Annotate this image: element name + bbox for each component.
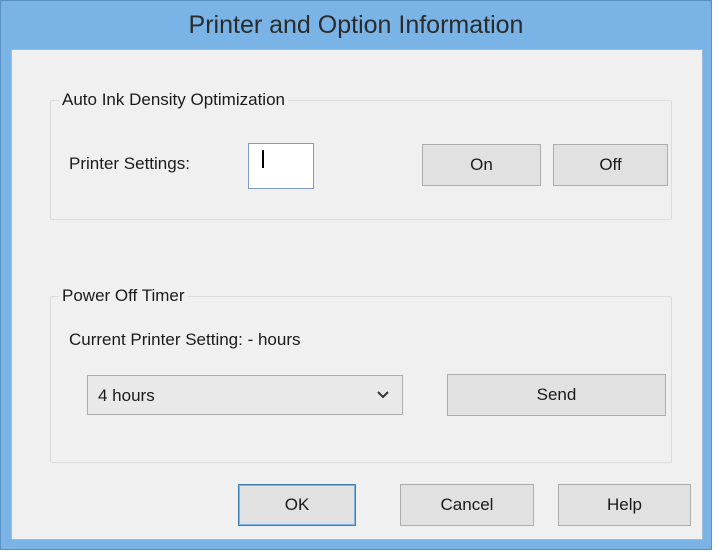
send-button[interactable]: Send [447, 374, 666, 416]
off-button[interactable]: Off [553, 144, 668, 186]
current-printer-setting-label: Current Printer Setting: - hours [69, 330, 301, 349]
selected-timer-value: 4 hours [98, 386, 155, 405]
power-timer-group-title: Power Off Timer [59, 286, 188, 306]
on-button[interactable]: On [422, 144, 541, 186]
cancel-button[interactable]: Cancel [400, 484, 534, 526]
ink-density-group-title: Auto Ink Density Optimization [59, 90, 288, 110]
ok-button[interactable]: OK [238, 484, 356, 526]
power-off-timer-select[interactable]: 4 hours [87, 375, 403, 415]
printer-settings-label: Printer Settings: [69, 154, 190, 173]
printer-settings-field[interactable] [248, 143, 314, 189]
dialog-title: Printer and Option Information [188, 10, 524, 39]
dialog-client-area: Auto Ink Density Optimization Printer Se… [11, 49, 703, 540]
printer-option-dialog: Printer and Option Information Auto Ink … [0, 0, 712, 550]
ink-density-group: Auto Ink Density Optimization Printer Se… [50, 90, 672, 220]
power-timer-group: Power Off Timer Current Printer Setting:… [50, 286, 672, 463]
help-button[interactable]: Help [558, 484, 691, 526]
chevron-down-icon [377, 391, 389, 399]
text-caret [262, 150, 264, 168]
